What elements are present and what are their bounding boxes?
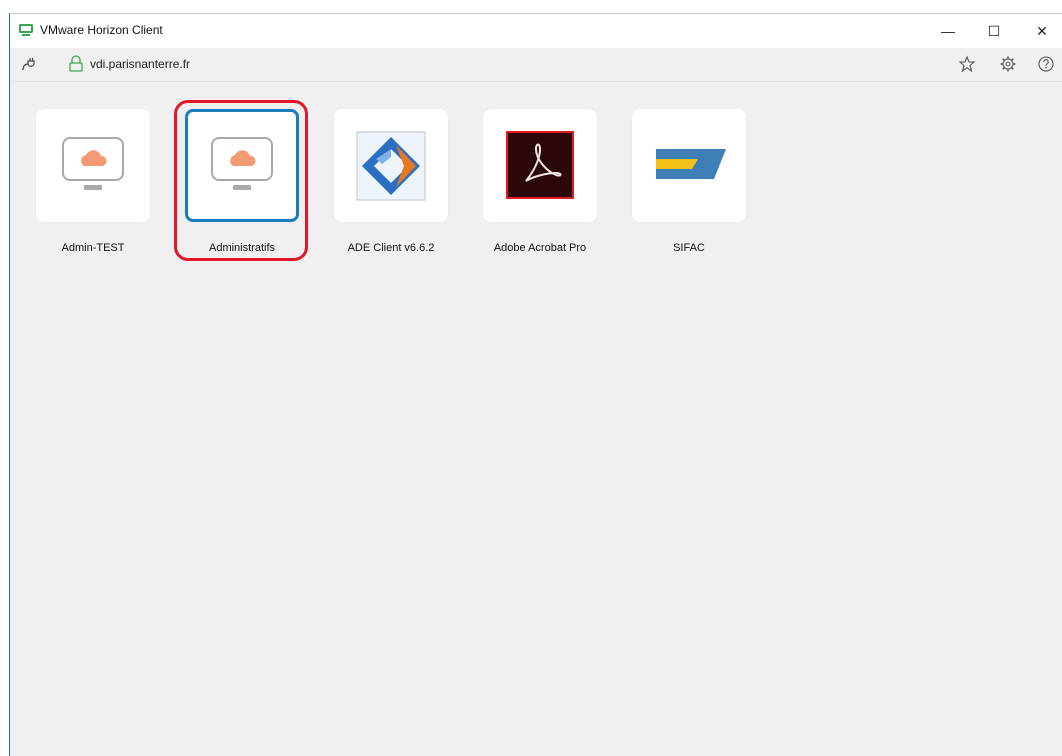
app-label-administratifs: Administratifs	[208, 242, 276, 254]
sifac-icon	[656, 149, 726, 179]
horizon-window: VMware Horizon Client — ☐ ✕ vdi.parisnan…	[9, 13, 1062, 756]
app-tile-ade-client[interactable]	[334, 109, 448, 222]
plug-icon[interactable]	[20, 55, 38, 73]
app-tile-admin-test[interactable]	[36, 109, 150, 222]
app-tile-sifac[interactable]	[632, 109, 746, 222]
minimize-icon: —	[941, 23, 955, 39]
ade-client-icon	[356, 131, 426, 201]
close-icon: ✕	[1036, 22, 1048, 39]
gear-icon[interactable]	[999, 55, 1017, 73]
star-icon[interactable]	[958, 55, 976, 73]
desktop-cloud-icon	[62, 137, 124, 190]
horizon-app-icon	[19, 24, 33, 36]
address-bar: vdi.parisnanterre.fr	[10, 48, 1062, 82]
adobe-acrobat-icon	[506, 131, 574, 199]
app-label-ade-client: ADE Client v6.6.2	[347, 242, 435, 254]
app-tile-adobe-acrobat[interactable]	[483, 109, 597, 222]
app-grid: Admin-TEST Administratifs ADE Client v6.…	[10, 82, 1062, 756]
app-label-sifac: SIFAC	[673, 242, 705, 254]
close-button[interactable]: ✕	[1022, 14, 1062, 48]
help-icon[interactable]	[1037, 55, 1055, 73]
maximize-button[interactable]: ☐	[974, 14, 1014, 48]
app-label-adobe-acrobat: Adobe Acrobat Pro	[493, 242, 587, 254]
desktop-cloud-icon	[211, 137, 273, 190]
app-label-admin-test: Admin-TEST	[61, 242, 125, 254]
minimize-button[interactable]: —	[928, 14, 968, 48]
window-title: VMware Horizon Client	[40, 23, 163, 37]
maximize-icon: ☐	[987, 22, 1001, 39]
title-bar[interactable]: VMware Horizon Client — ☐ ✕	[10, 14, 1062, 48]
lock-icon	[69, 55, 83, 72]
server-address: vdi.parisnanterre.fr	[90, 57, 191, 71]
app-tile-administratifs[interactable]	[185, 109, 299, 222]
